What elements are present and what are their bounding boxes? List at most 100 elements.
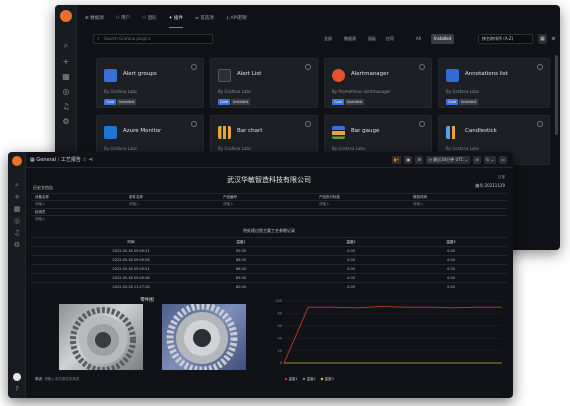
save-icon[interactable]: ▣ [404,156,413,164]
table-cell: 2022-05-18 05:09:56 [112,258,150,262]
tab-datasources[interactable]: ⊕ 数据源 [85,14,104,28]
grafana-logo-icon[interactable] [12,156,22,166]
plugin-name: Candlestick [465,128,497,134]
tab-label: 数据源 [90,16,104,21]
grafana-logo-icon[interactable] [60,10,72,22]
help-icon[interactable]: ? [13,385,21,393]
add-icon[interactable]: + [12,192,22,202]
grid-view-icon[interactable]: ▦ [538,34,547,44]
scrollbar[interactable] [555,55,558,135]
signature-icon [537,64,543,70]
column-header[interactable]: 温度1 [181,238,301,246]
alerting-icon[interactable]: ♫ [61,102,71,112]
core-badge: Core [446,99,459,105]
tab-api-keys[interactable]: ⚷ API密钥 [226,14,247,28]
field-input[interactable]: 请输入 [35,201,46,207]
remark-input[interactable]: 请输入本次报告的简述 [44,377,79,381]
settings-icon[interactable]: ⚙ [61,117,71,127]
installed-badge: Installed [459,99,478,105]
star-icon[interactable]: ☆ [83,157,87,163]
filter-datasources[interactable]: 数据源 [341,34,359,44]
plugin-card[interactable]: Alert groups By Grafana Labs Core Instal… [96,58,204,108]
column-header[interactable]: 温度2 [291,238,411,246]
azure-monitor-icon [104,126,117,139]
plugin-author: By Grafana Labs [218,146,251,151]
tab-plugins[interactable]: ✦ 插件 [168,14,183,28]
filter2-installed[interactable]: Installed [431,34,455,44]
breadcrumb-title[interactable]: 工艺报告 [61,157,81,163]
annotations-list-icon [446,69,459,82]
column-header[interactable]: 时间 [71,238,191,246]
tab-users[interactable]: ⚇ 用户 [116,14,130,28]
series-line [283,306,502,364]
legend-label: 温度3 [325,376,334,381]
time-picker[interactable]: ◷ 最近30分钟 UTC ⌄ [426,156,471,164]
report-title: 武汉华敏智造科技有限公司 [227,176,311,184]
refresh-icon[interactable]: ↻ ⌄ [484,156,496,164]
signature-icon [305,64,311,70]
time-picker-label: 最近30分钟 UTC [433,157,464,162]
breadcrumb-folder[interactable]: General [36,157,56,163]
y-tick-label: 80 [278,312,282,316]
report-panel: 武汉华敏智造科技有限公司 日报 编号:20211129 历史文档告 设备名称 部… [31,171,507,295]
plugin-author: By Prometheus alertmanager [332,89,391,94]
tab-teams[interactable]: ⚇ 团队 [142,14,156,28]
installed-badge: Installed [345,99,364,105]
column-header[interactable]: 温度3 [406,238,496,246]
temperature-chart: 100 80 60 40 20 0 温度1 温度2 温度3 [275,299,502,381]
plugin-author: By Grafana Labs [104,89,137,94]
search-icon[interactable]: ⌕ [12,180,22,190]
table-cell: 99.00 [235,249,247,253]
dashboard-window: ⌕ + ▦ ◎ ♫ ⚙ ? ▦ General / 工艺报告 ☆ ⋖ ▮+ ▣ … [8,152,513,398]
share-icon[interactable]: ⋖ [89,157,93,163]
table-cell: 2022-05-18 05:09:51 [112,249,150,253]
plugin-card[interactable]: Annotations list By Grafana Labs Core In… [438,58,550,108]
field-input[interactable]: 请输入 [223,201,234,207]
plugin-author: By Grafana Labs [332,146,365,151]
plugin-name: Alert List [237,71,262,77]
plugins-tabs: ⊕ 数据源 ⚇ 用户 ⚇ 团队 ✦ 插件 ⚌ 首选项 ⚷ API密钥 [85,14,247,28]
add-panel-icon[interactable]: ▮+ [391,156,402,164]
legend-label: 温度2 [307,376,316,381]
table-cell: 2022-05-18 05:09:46 [112,276,150,280]
explore-icon[interactable]: ◎ [61,87,71,97]
filter-panels[interactable]: 面板 [365,34,379,44]
report-serial: 编号:20211129 [475,183,505,188]
dashboard-topbar: ▦ General / 工艺报告 ☆ ⋖ ▮+ ▣ ⚙ ◷ 最近30分钟 UTC… [26,152,513,168]
plugin-search-input[interactable]: ⌕ Search Grafana plugins [93,34,213,44]
settings-icon[interactable]: ⚙ [415,156,424,164]
tv-mode-icon[interactable]: ▭ [499,156,507,164]
zoom-out-icon[interactable]: ⊖ [473,156,482,164]
explore-icon[interactable]: ◎ [12,216,22,226]
signature-icon [191,121,197,127]
list-view-icon[interactable]: ≡ [549,34,558,44]
alerting-icon[interactable]: ♫ [12,228,22,238]
core-badge: Core [218,99,231,105]
dashboards-icon[interactable]: ▦ [61,72,71,82]
field-input[interactable]: 请输入 [35,216,46,222]
settings-icon[interactable]: ⚙ [12,240,22,250]
field-input[interactable]: 请输入 [129,201,140,207]
signature-icon [537,121,543,127]
filter2-all[interactable]: All [413,34,424,44]
tab-label: 团队 [147,16,157,21]
sort-select[interactable]: 按名称排序 (A-Z) [478,34,533,44]
filter-apps[interactable]: 应用 [383,34,397,44]
tab-preferences[interactable]: ⚌ 首选项 [195,14,214,28]
avatar[interactable] [13,373,21,381]
table-cell: 83.00 [235,276,247,280]
filter-all[interactable]: 全部 [321,34,335,44]
plugin-card[interactable]: Alertmanager By Prometheus alertmanager … [324,58,432,108]
table-header: 时间 温度1 温度2 温度3 [31,237,507,245]
field-input[interactable]: 请输入 [413,201,424,207]
remark-label: 简述: [35,377,44,381]
signature-icon [419,64,425,70]
add-icon[interactable]: + [61,57,71,67]
table-cell: 0.00 [447,267,455,271]
plugin-card[interactable]: Alert List By Grafana Labs Core Installe… [210,58,318,108]
tab-label: 插件 [173,16,183,21]
dashboards-icon[interactable]: ▦ [12,204,22,214]
table-cell: 0.00 [447,258,455,262]
field-input[interactable]: 请输入 [319,201,330,207]
search-icon[interactable]: ⌕ [61,41,71,51]
